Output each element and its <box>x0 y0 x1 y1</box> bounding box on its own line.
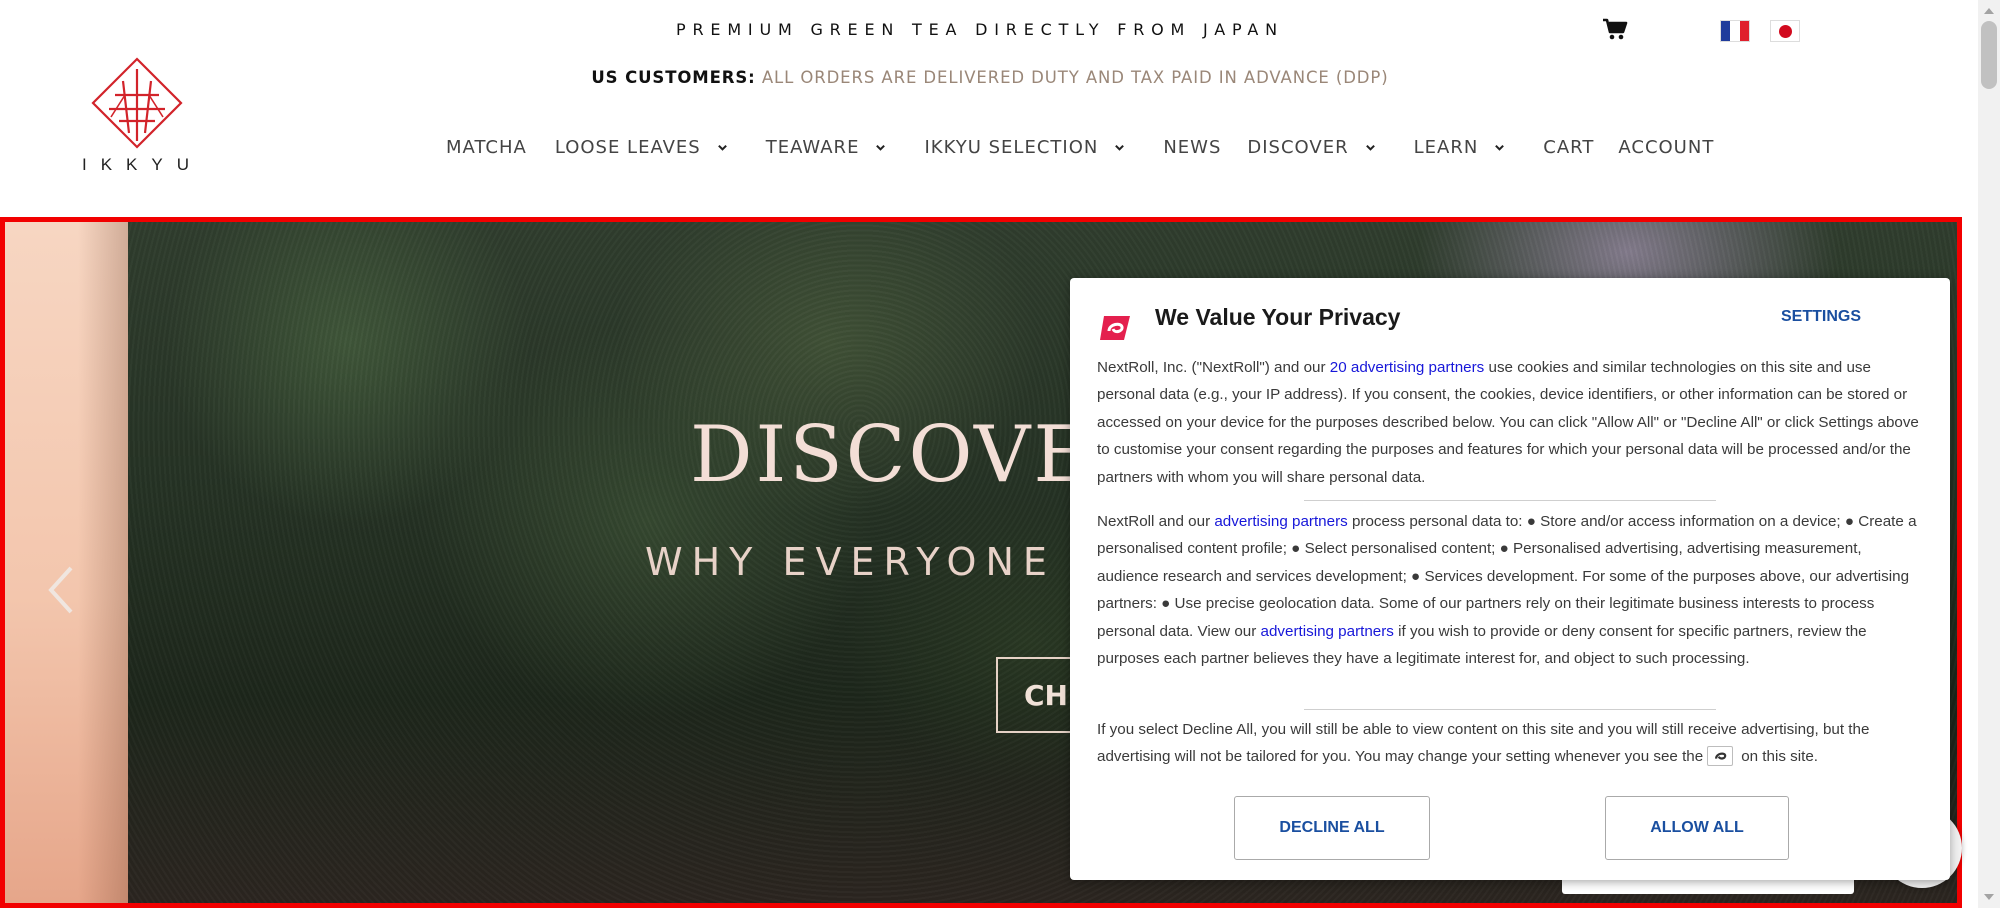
consent-p1-text: use cookies and similar technologies on … <box>1097 359 1919 486</box>
chevron-down-icon <box>717 144 727 151</box>
nav-item-cart[interactable]: CART <box>1543 137 1594 158</box>
divider <box>1304 709 1716 710</box>
chevron-down-icon <box>876 144 886 151</box>
flag-japan-icon[interactable] <box>1770 20 1800 42</box>
consent-p3-text: on this site. <box>1741 748 1819 766</box>
nav-item-label: LOOSE LEAVES <box>554 136 701 158</box>
chevron-down-icon <box>1365 144 1375 151</box>
ikkyu-logo[interactable]: IKKYU <box>72 55 202 180</box>
consent-paragraph-1: NextRoll, Inc. ("NextRoll") and our 20 a… <box>1097 354 1927 491</box>
us-customers-label: US CUSTOMERS: <box>591 68 756 87</box>
consent-p2-text: process personal data to: ● Store and/or… <box>1097 513 1917 640</box>
nav-item-ikkyu-selection[interactable]: IKKYU SELECTION <box>924 137 1125 158</box>
ikkyu-logo-mark-icon <box>91 57 183 149</box>
nav-item-label: TEAWARE <box>765 136 860 158</box>
nav-item-news[interactable]: NEWS <box>1163 137 1221 158</box>
settings-link[interactable]: SETTINGS <box>1781 308 1861 326</box>
nextroll-logo-icon <box>1100 316 1130 340</box>
nav-item-matcha[interactable]: MATCHA <box>446 137 527 158</box>
nav-item-label: IKKYU SELECTION <box>924 136 1099 158</box>
allow-all-button[interactable]: ALLOW ALL <box>1605 796 1789 860</box>
nextroll-inline-icon <box>1707 746 1734 767</box>
nav-item-learn[interactable]: LEARN <box>1414 137 1506 158</box>
scrollbar-thumb[interactable] <box>1981 21 1997 89</box>
chevron-down-icon <box>1495 144 1505 151</box>
nav-item-label: DISCOVER <box>1247 136 1349 158</box>
decline-all-button[interactable]: DECLINE ALL <box>1234 796 1430 860</box>
nav-item-label: ACCOUNT <box>1618 136 1715 158</box>
consent-paragraph-2: NextRoll and our advertising partners pr… <box>1097 508 1927 672</box>
tagline: PREMIUM GREEN TEA DIRECTLY FROM JAPAN <box>676 20 1284 39</box>
chevron-down-icon <box>1115 144 1125 151</box>
privacy-consent-dialog: We Value Your Privacy SETTINGS NextRoll,… <box>1070 278 1950 880</box>
advertising-partners-link[interactable]: advertising partners <box>1214 513 1347 530</box>
scroll-down-icon[interactable] <box>1984 894 1994 900</box>
main-nav: MATCHA LOOSE LEAVES TEAWARE IKKYU SELECT… <box>446 132 1714 162</box>
nav-item-discover[interactable]: DISCOVER <box>1247 137 1375 158</box>
consent-p2-text: NextRoll and our <box>1097 513 1215 530</box>
nav-item-loose-leaves[interactable]: LOOSE LEAVES <box>555 137 728 158</box>
consent-p1-text: NextRoll, Inc. ("NextRoll") and our <box>1097 359 1330 376</box>
advertising-partners-link[interactable]: advertising partners <box>1261 623 1394 640</box>
page-scrollbar[interactable] <box>1978 0 2000 908</box>
consent-paragraph-3: If you select Decline All, you will stil… <box>1097 716 1927 771</box>
page: PREMIUM GREEN TEA DIRECTLY FROM JAPAN US… <box>0 0 2000 908</box>
scroll-up-icon[interactable] <box>1984 8 1994 14</box>
chevron-left-icon[interactable] <box>43 562 77 618</box>
nav-item-account[interactable]: ACCOUNT <box>1618 137 1714 158</box>
flag-france-icon[interactable] <box>1720 20 1750 42</box>
ikkyu-logo-text: IKKYU <box>82 155 204 174</box>
consent-title: We Value Your Privacy <box>1155 304 1401 330</box>
cart-icon[interactable] <box>1602 17 1628 41</box>
nav-item-label: NEWS <box>1163 136 1222 158</box>
hero-subtitle: WHY EVERYONE <box>645 540 1056 584</box>
nav-item-label: CART <box>1543 136 1595 158</box>
advertising-partners-count-link[interactable]: 20 advertising partners <box>1330 359 1485 376</box>
ddp-notice: ALL ORDERS ARE DELIVERED DUTY AND TAX PA… <box>761 68 1389 87</box>
nav-item-label: MATCHA <box>446 136 527 158</box>
divider <box>1304 500 1716 501</box>
us-customers-notice: US CUSTOMERS: ALL ORDERS ARE DELIVERED D… <box>0 68 1980 87</box>
nav-item-teaware[interactable]: TEAWARE <box>766 137 887 158</box>
nav-item-label: LEARN <box>1413 136 1479 158</box>
